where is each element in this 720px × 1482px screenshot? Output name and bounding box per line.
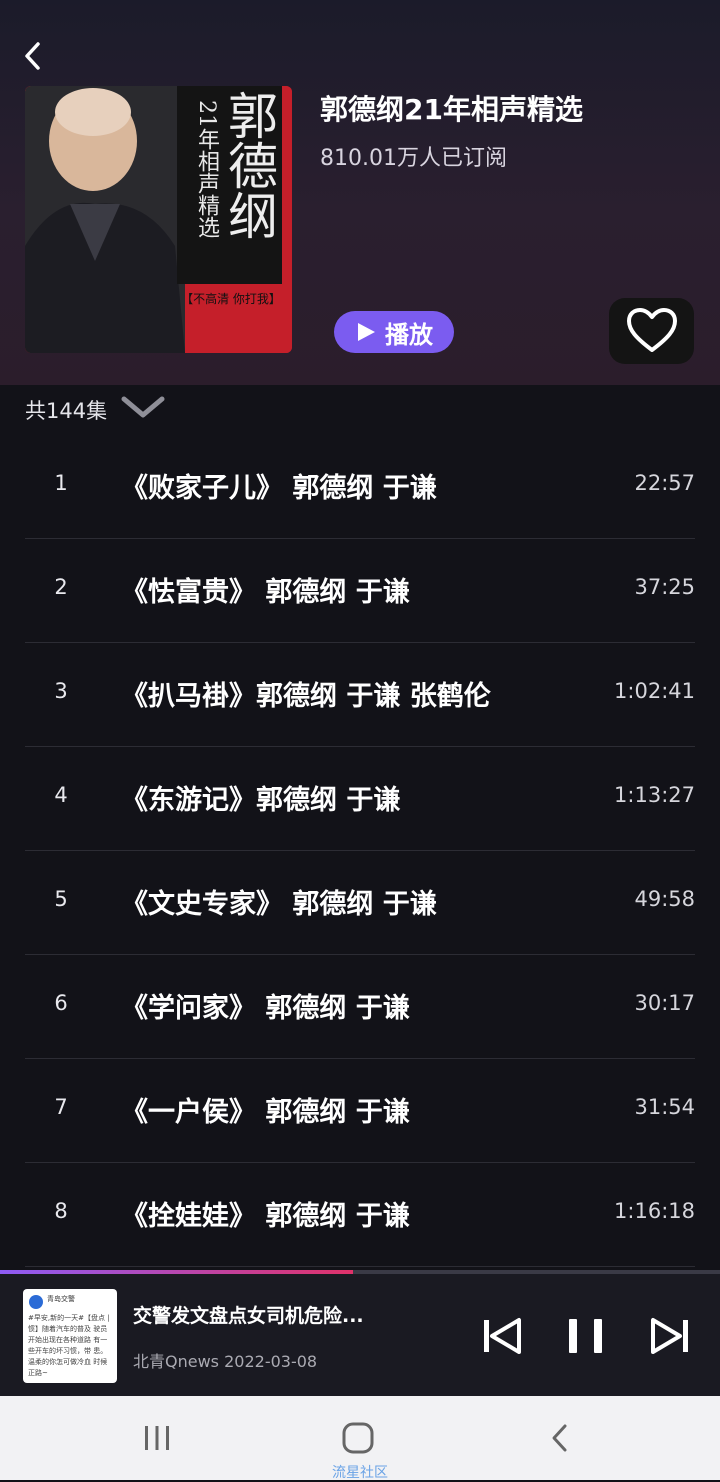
episode-row[interactable]: 7 《一户侯》 郭德纲 于谦 31:54 — [25, 1059, 695, 1163]
thumb-account: 青岛交警 — [47, 1295, 75, 1303]
heart-icon — [626, 308, 677, 352]
episode-count-bar[interactable]: 共144集 — [0, 385, 720, 435]
episode-row[interactable]: 8 《拴娃娃》 郭德纲 于谦 1:16:18 — [25, 1163, 695, 1267]
chevron-down-icon[interactable] — [120, 393, 166, 421]
album-header: 郭德纲 21年相声精选 【不高清 你打我】 郭德纲21年相声精选 810.01万… — [0, 0, 720, 385]
cover-big-name: 郭德纲 — [220, 90, 278, 240]
previous-track-icon[interactable] — [481, 1316, 521, 1356]
now-playing-thumbnail[interactable]: 青岛交警 #早安,新的一天#【盘点 | 惯】随着汽车的普及 驶员开始出现在各种道… — [23, 1289, 117, 1383]
episode-row[interactable]: 4 《东游记》郭德纲 于谦 1:13:27 — [25, 747, 695, 851]
album-cover: 郭德纲 21年相声精选 【不高清 你打我】 — [25, 86, 292, 353]
episode-duration: 1:13:27 — [614, 783, 695, 807]
episode-row[interactable]: 6 《学问家》 郭德纲 于谦 30:17 — [25, 955, 695, 1059]
episode-duration: 37:25 — [634, 575, 695, 599]
episode-title: 《败家子儿》 郭德纲 于谦 — [121, 473, 437, 504]
pause-icon[interactable] — [566, 1316, 606, 1356]
play-icon — [358, 323, 375, 341]
episode-number: 5 — [54, 887, 68, 911]
episode-duration: 1:02:41 — [614, 679, 695, 703]
episode-title: 《学问家》 郭德纲 于谦 — [121, 993, 410, 1024]
episode-list: 1 《败家子儿》 郭德纲 于谦 22:57 2 《怯富贵》 郭德纲 于谦 37:… — [0, 435, 720, 1267]
episode-title: 《拴娃娃》 郭德纲 于谦 — [121, 1201, 410, 1232]
play-button[interactable]: 播放 — [334, 311, 454, 353]
episode-number: 6 — [54, 991, 68, 1015]
episode-duration: 1:16:18 — [614, 1199, 695, 1223]
episode-row[interactable]: 5 《文史专家》 郭德纲 于谦 49:58 — [25, 851, 695, 955]
episode-title: 《扒马褂》郭德纲 于谦 张鹤伦 — [121, 681, 491, 712]
episode-duration: 49:58 — [634, 887, 695, 911]
episode-number: 3 — [54, 679, 68, 703]
album-title: 郭德纲21年相声精选 — [320, 93, 583, 126]
subscriber-count: 810.01万人已订阅 — [320, 146, 507, 171]
episode-row[interactable]: 2 《怯富贵》 郭德纲 于谦 37:25 — [25, 539, 695, 643]
mini-player: 青岛交警 #早安,新的一天#【盘点 | 惯】随着汽车的普及 驶员开始出现在各种道… — [0, 1274, 720, 1396]
episode-number: 2 — [54, 575, 68, 599]
nav-caption: 流星社区 — [332, 1465, 388, 1481]
episode-duration: 31:54 — [634, 1095, 695, 1119]
now-playing-source: 北青Qnews — [133, 1352, 220, 1371]
episode-count: 共144集 — [25, 399, 108, 423]
thumb-avatar-icon — [29, 1295, 43, 1309]
next-track-icon[interactable] — [651, 1316, 691, 1356]
episode-number: 1 — [54, 471, 68, 495]
episode-title: 《文史专家》 郭德纲 于谦 — [121, 889, 437, 920]
episode-row[interactable]: 1 《败家子儿》 郭德纲 于谦 22:57 — [25, 435, 695, 539]
episode-title: 《怯富贵》 郭德纲 于谦 — [121, 577, 410, 608]
recent-apps-icon[interactable] — [137, 1418, 177, 1458]
system-navigation-bar: 流星社区 — [0, 1396, 720, 1481]
cover-tagline: 【不高清 你打我】 — [181, 292, 281, 306]
episode-duration: 30:17 — [634, 991, 695, 1015]
episode-title: 《一户侯》 郭德纲 于谦 — [121, 1097, 410, 1128]
now-playing-meta: 北青Qnews 2022-03-08 — [133, 1348, 317, 1372]
episode-duration: 22:57 — [634, 471, 695, 495]
thumb-text: #早安,新的一天#【盘点 | 惯】随着汽车的普及 驶员开始出现在各种道路 有一些… — [28, 1314, 110, 1377]
favorite-button[interactable] — [609, 298, 694, 364]
episode-number: 4 — [54, 783, 68, 807]
cover-subtitle: 21年相声精选 — [194, 100, 219, 238]
episode-number: 8 — [54, 1199, 68, 1223]
episode-number: 7 — [54, 1095, 68, 1119]
episode-row[interactable]: 3 《扒马褂》郭德纲 于谦 张鹤伦 1:02:41 — [25, 643, 695, 747]
system-back-icon[interactable] — [540, 1418, 580, 1458]
play-button-label: 播放 — [385, 320, 433, 349]
now-playing-date: 2022-03-08 — [224, 1352, 318, 1371]
episode-title: 《东游记》郭德纲 于谦 — [121, 785, 401, 816]
home-icon[interactable] — [338, 1418, 378, 1458]
back-icon[interactable] — [18, 40, 50, 72]
now-playing-title: 交警发文盘点女司机危险... — [133, 1305, 364, 1327]
